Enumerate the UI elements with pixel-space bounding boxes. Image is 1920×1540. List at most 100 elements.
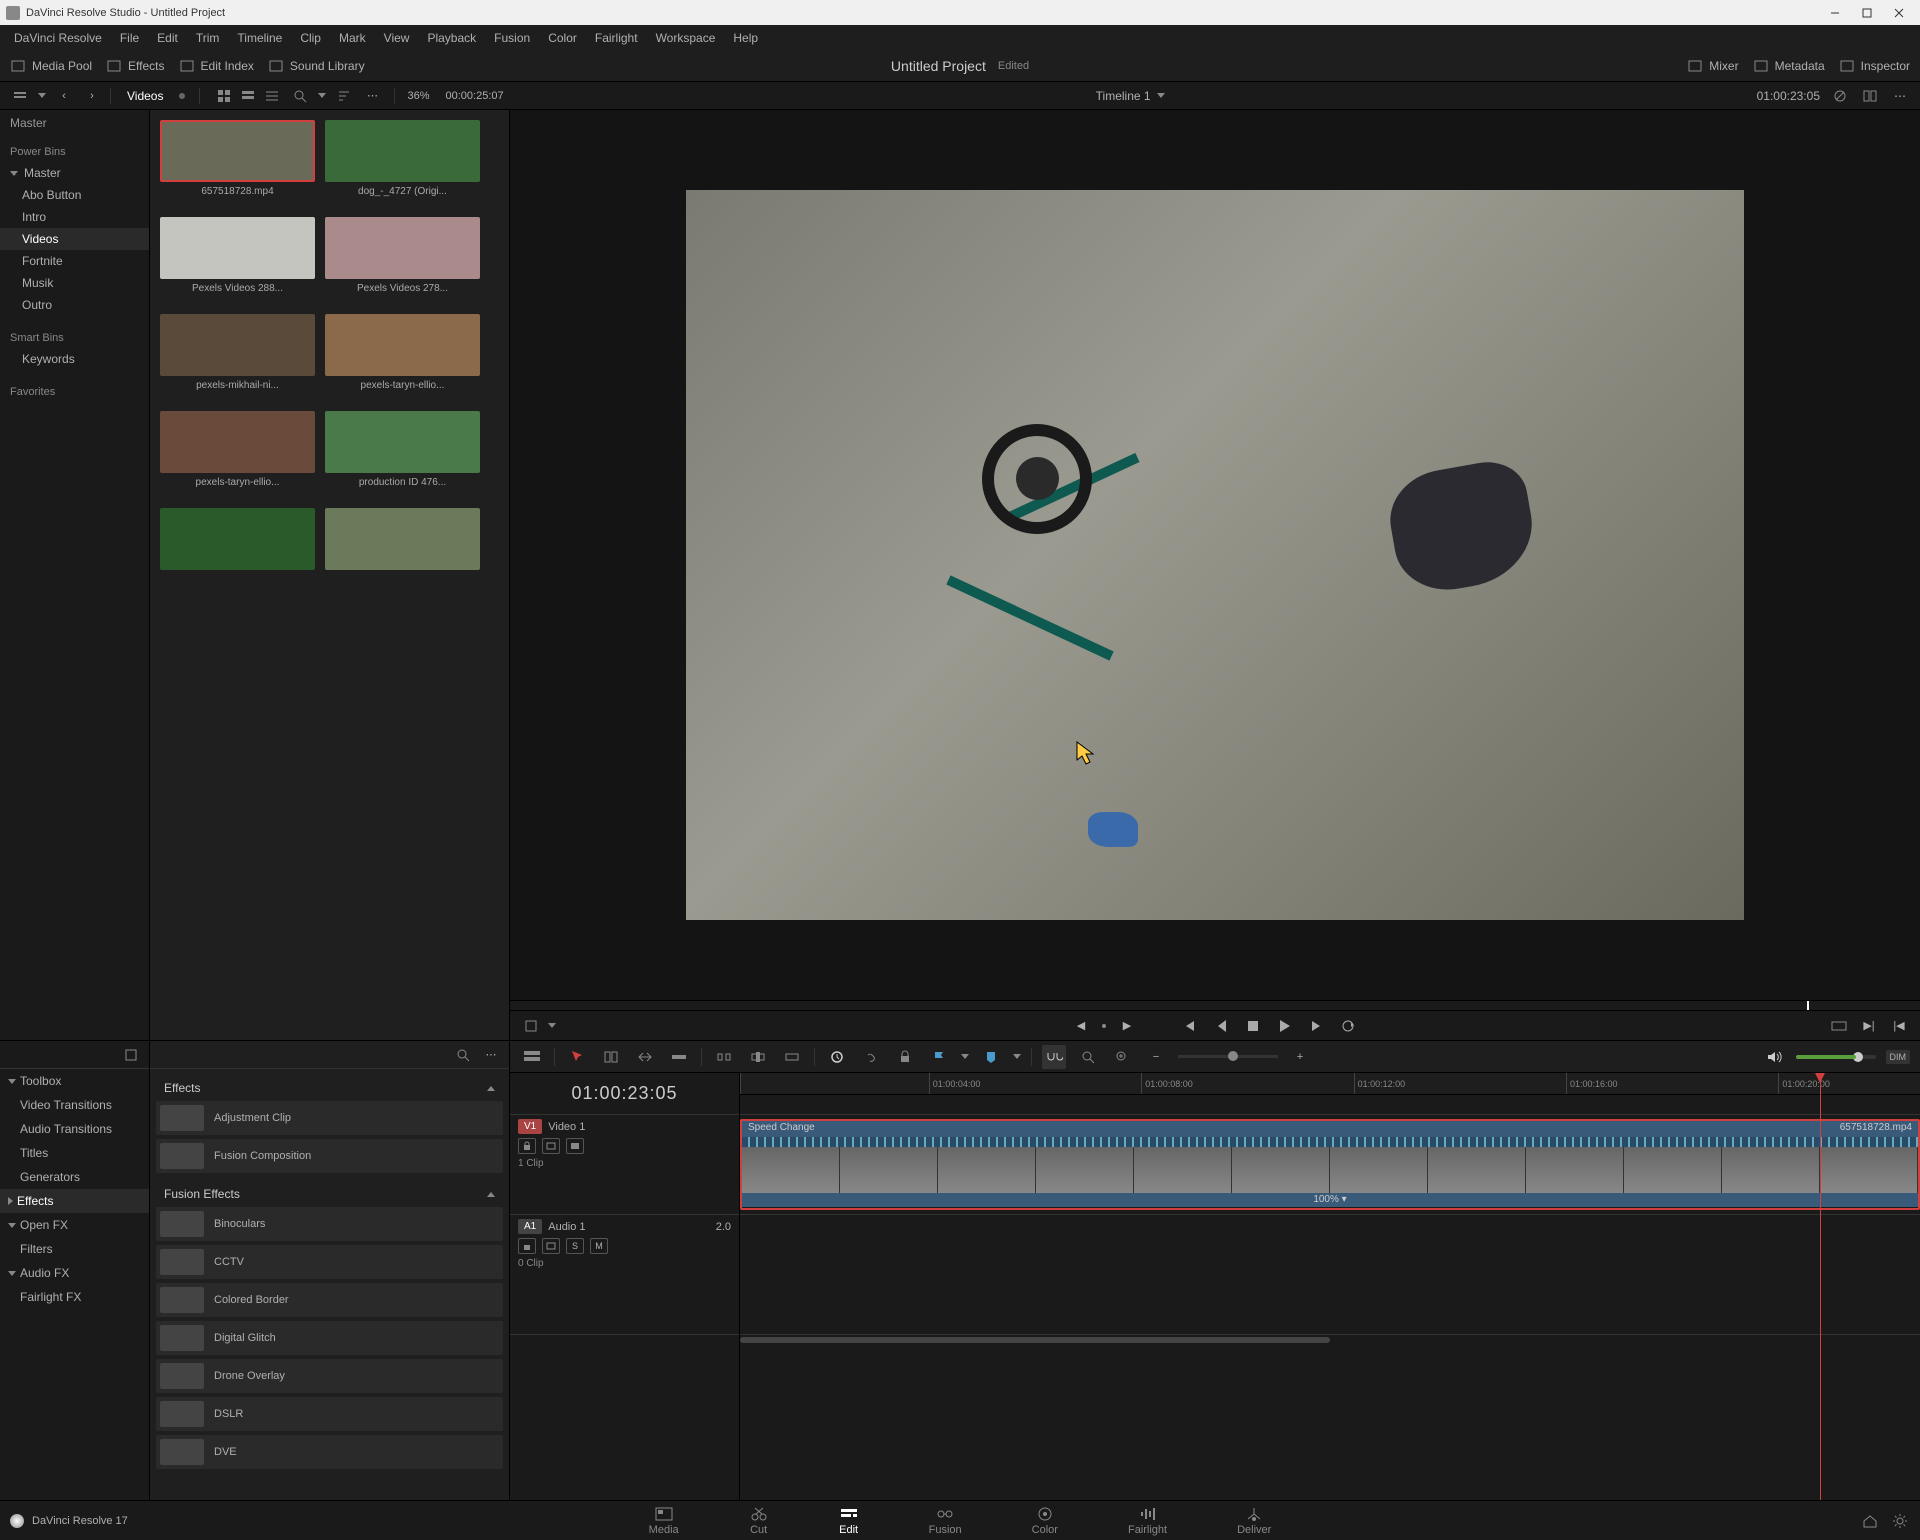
expand-icon[interactable] <box>8 1197 13 1205</box>
effect-colored-border[interactable]: Colored Border <box>156 1283 503 1317</box>
menu-clip[interactable]: Clip <box>292 28 329 48</box>
fx-tree-audio-fx[interactable]: Audio FX <box>0 1261 149 1285</box>
blade-tool[interactable] <box>667 1045 691 1069</box>
page-tab-cut[interactable]: Cut <box>749 1506 769 1536</box>
menu-mark[interactable]: Mark <box>331 28 374 48</box>
selection-tool[interactable] <box>565 1045 589 1069</box>
media-clip[interactable]: Pexels Videos 288... <box>160 217 315 294</box>
clip-thumbnail[interactable] <box>325 508 480 570</box>
bin-item-fortnite[interactable]: Fortnite <box>0 250 149 272</box>
dim-button[interactable]: DIM <box>1886 1050 1911 1064</box>
menu-fairlight[interactable]: Fairlight <box>587 28 646 48</box>
bin-item-keywords[interactable]: Keywords <box>0 348 149 370</box>
chevron-down-icon[interactable] <box>1013 1054 1021 1059</box>
nav-back-icon[interactable]: ‹ <box>54 86 74 106</box>
menu-trim[interactable]: Trim <box>188 28 228 48</box>
auto-select-icon[interactable] <box>542 1138 560 1154</box>
menu-timeline[interactable]: Timeline <box>229 28 290 48</box>
bin-item-intro[interactable]: Intro <box>0 206 149 228</box>
master-bin[interactable]: Master <box>0 110 149 136</box>
bin-item-videos[interactable]: Videos <box>0 228 149 250</box>
clip-speed-value[interactable]: 100% ▾ <box>742 1193 1918 1207</box>
media-clip[interactable] <box>160 508 315 574</box>
fx-tree-open-fx[interactable]: Open FX <box>0 1213 149 1237</box>
clip-thumbnail[interactable] <box>325 411 480 473</box>
effect-dve[interactable]: DVE <box>156 1435 503 1469</box>
zoom-custom-icon[interactable] <box>1110 1045 1134 1069</box>
more-icon[interactable]: ⋯ <box>362 86 382 106</box>
snapping-icon[interactable] <box>1042 1045 1066 1069</box>
chevron-down-icon[interactable] <box>38 93 46 98</box>
track-lock-icon[interactable] <box>518 1238 536 1254</box>
timeline-view-icon[interactable] <box>520 1045 544 1069</box>
menu-playback[interactable]: Playback <box>419 28 484 48</box>
last-frame-button[interactable] <box>1306 1015 1328 1037</box>
search-icon[interactable] <box>453 1045 473 1065</box>
trim-tool[interactable] <box>599 1045 623 1069</box>
sound-library-button[interactable]: Sound Library <box>268 58 365 74</box>
dynamic-trim-tool[interactable] <box>633 1045 657 1069</box>
video-track-badge[interactable]: V1 <box>518 1119 542 1134</box>
in-out-icon[interactable] <box>1828 1015 1850 1037</box>
menu-davinci-resolve[interactable]: DaVinci Resolve <box>6 28 110 48</box>
viewer-scrubber[interactable] <box>510 1000 1920 1010</box>
audio-track-lane[interactable] <box>740 1215 1920 1335</box>
effect-fusion-composition[interactable]: Fusion Composition <box>156 1139 503 1173</box>
zoom-slider[interactable] <box>1178 1055 1278 1058</box>
timeline-scrollbar[interactable] <box>740 1335 1920 1345</box>
search-icon[interactable] <box>290 86 310 106</box>
insert-clip-icon[interactable] <box>712 1045 736 1069</box>
media-clip[interactable]: pexels-mikhail-ni... <box>160 314 315 391</box>
retime-tool[interactable] <box>825 1045 849 1069</box>
fx-tree-filters[interactable]: Filters <box>0 1237 149 1261</box>
media-clip[interactable]: dog_-_4727 (Origi... <box>325 120 480 197</box>
effect-drone-overlay[interactable]: Drone Overlay <box>156 1359 503 1393</box>
clip-thumbnail[interactable] <box>160 217 315 279</box>
fx-tree-effects[interactable]: Effects <box>0 1189 149 1213</box>
clip-thumbnail[interactable] <box>325 120 480 182</box>
stop-button[interactable] <box>1242 1015 1264 1037</box>
fx-tree-generators[interactable]: Generators <box>0 1165 149 1189</box>
media-clip[interactable]: production ID 476... <box>325 411 480 488</box>
link-tool[interactable] <box>859 1045 883 1069</box>
marker-tool[interactable] <box>979 1045 1003 1069</box>
clip-thumbnail[interactable] <box>325 314 480 376</box>
media-clip[interactable]: 657518728.mp4 <box>160 120 315 197</box>
media-clip[interactable]: pexels-taryn-ellio... <box>325 314 480 391</box>
clip-thumbnail[interactable] <box>160 120 315 182</box>
chevron-down-icon[interactable] <box>1157 93 1165 98</box>
timeline-tracks[interactable]: 01:00:04:0001:00:08:0001:00:12:0001:00:1… <box>740 1073 1920 1500</box>
clip-thumbnail[interactable] <box>160 508 315 570</box>
expand-icon[interactable] <box>8 1223 16 1228</box>
bin-item-master[interactable]: Master <box>0 162 149 184</box>
track-lock-icon[interactable] <box>518 1138 536 1154</box>
collapse-icon[interactable] <box>487 1086 495 1091</box>
fx-tree-fairlight-fx[interactable]: Fairlight FX <box>0 1285 149 1309</box>
replace-clip-icon[interactable] <box>780 1045 804 1069</box>
prev-frame-button[interactable] <box>1210 1015 1232 1037</box>
mute-icon[interactable] <box>1762 1045 1786 1069</box>
dual-view-icon[interactable] <box>1860 86 1880 106</box>
mixer-button[interactable]: Mixer <box>1687 58 1738 74</box>
fx-tree-titles[interactable]: Titles <box>0 1141 149 1165</box>
nav-fwd-icon[interactable]: › <box>82 86 102 106</box>
thumbnail-view-icon[interactable] <box>214 86 234 106</box>
playhead[interactable] <box>1820 1073 1821 1500</box>
volume-slider[interactable] <box>1796 1055 1876 1059</box>
timeline-clip[interactable]: Speed Change 657518728.mp4 100% ▾ <box>740 1119 1920 1210</box>
track-disable-icon[interactable] <box>566 1138 584 1154</box>
page-tab-color[interactable]: Color <box>1032 1506 1058 1536</box>
video-track-header[interactable]: V1 Video 1 1 Clip <box>510 1115 739 1215</box>
more-icon[interactable]: ⋯ <box>481 1045 501 1065</box>
audio-track-header[interactable]: A1 Audio 1 2.0 S M 0 Clip <box>510 1215 739 1335</box>
menu-help[interactable]: Help <box>725 28 766 48</box>
more-icon[interactable]: ⋯ <box>1890 86 1910 106</box>
menu-file[interactable]: File <box>112 28 147 48</box>
sort-icon[interactable] <box>334 86 354 106</box>
expand-icon[interactable] <box>10 171 18 176</box>
media-clip[interactable]: Pexels Videos 278... <box>325 217 480 294</box>
go-to-in-icon[interactable]: ▶| <box>1858 1015 1880 1037</box>
media-clip[interactable]: pexels-taryn-ellio... <box>160 411 315 488</box>
audio-track-badge[interactable]: A1 <box>518 1219 542 1234</box>
menu-view[interactable]: View <box>376 28 418 48</box>
